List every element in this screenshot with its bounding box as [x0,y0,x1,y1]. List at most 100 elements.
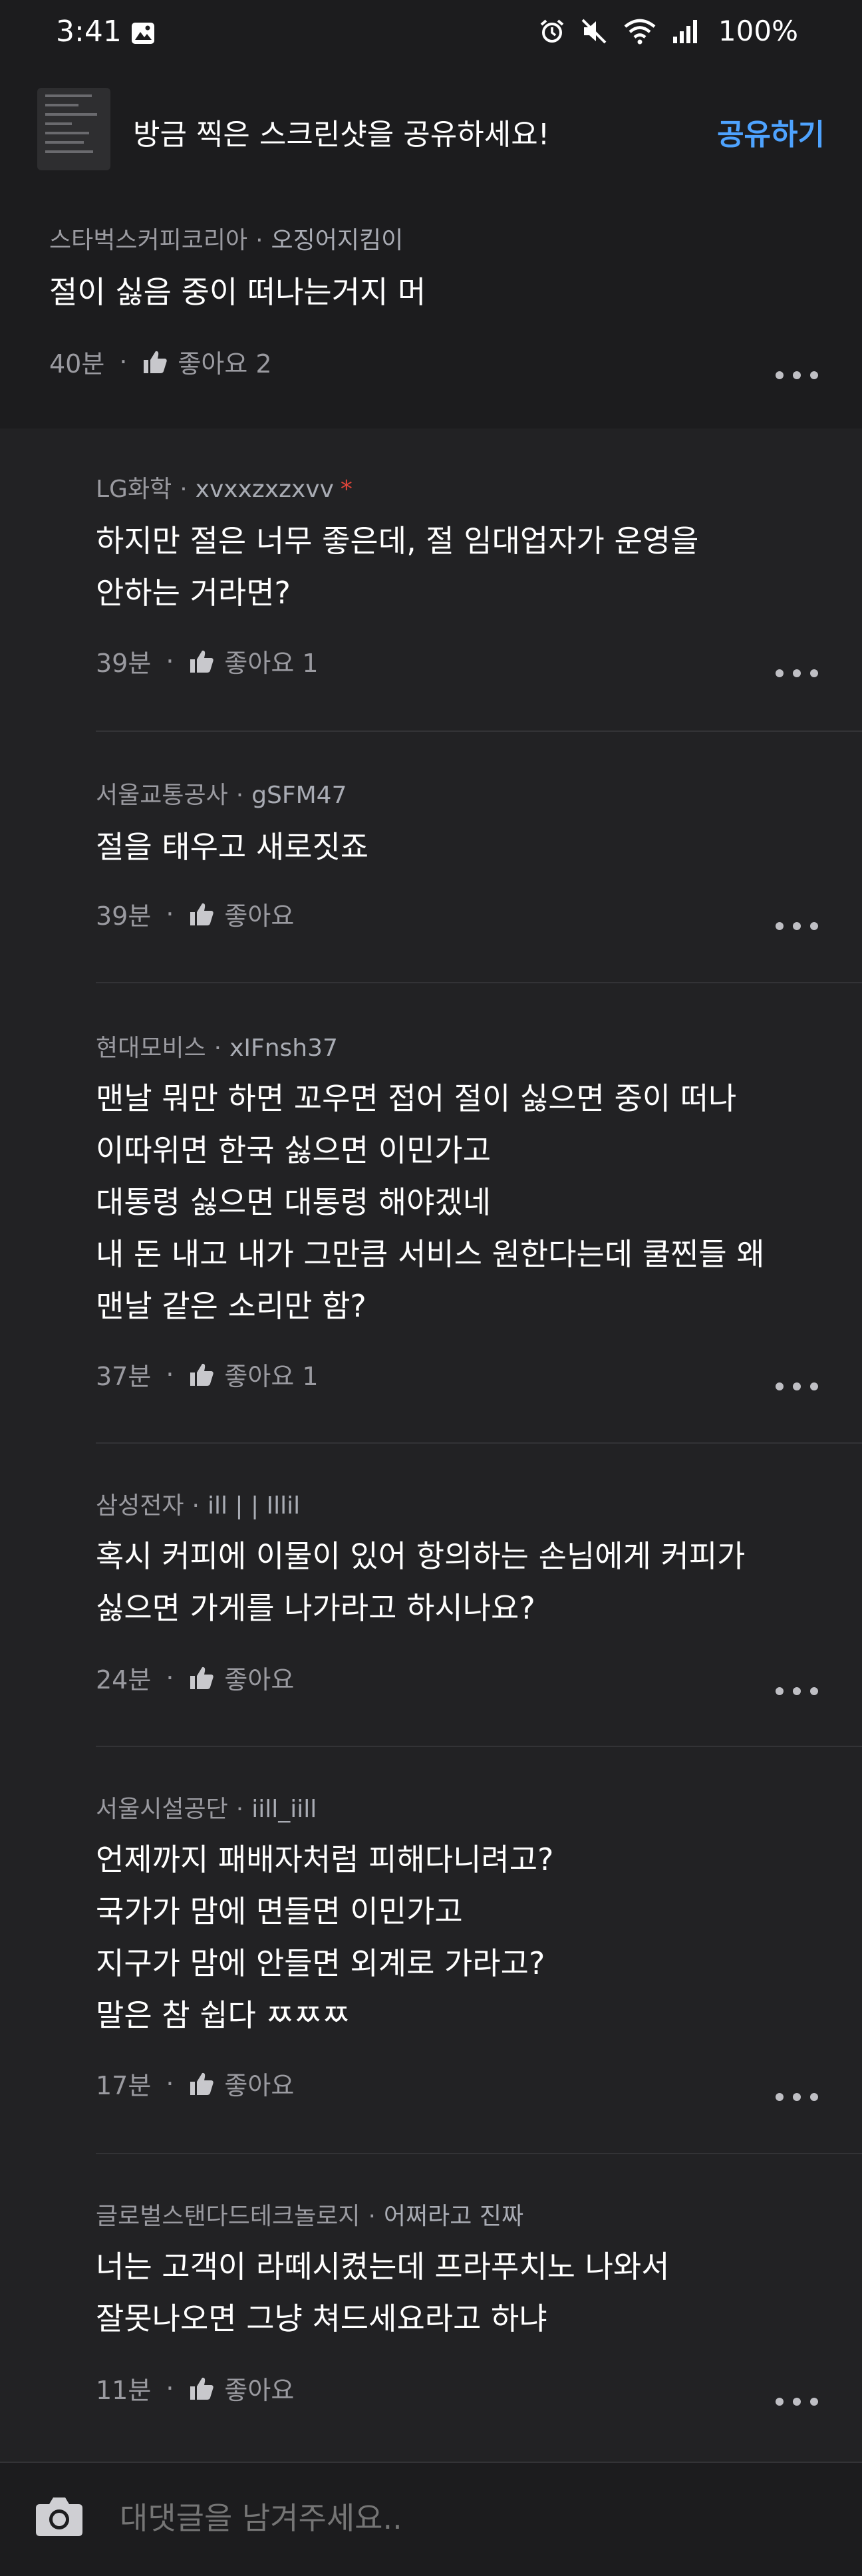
comment-meta: LG화학 · xvxxzxzxvv * [96,476,353,503]
comment-time: 37분 [96,1362,152,1391]
company-name[interactable]: 삼성전자 [96,1492,184,1520]
more-icon[interactable] [776,1685,818,1698]
like-count[interactable]: 좋아요 [224,895,294,932]
main-comment: 스타벅스커피코리아 · 오징어지킴이 절이 싫음 중이 떠나는거지 머 40분 · … [0,202,862,428]
reply-item: 글로벌스탠다드테크놀로지 · 어쩌라고 진짜 너는 고객이 라떼시켰는데 프라푸치노… [0,2154,862,2462]
comment-line: 혹시 커피에 이물이 있어 항의하는 손님에게 커피가 [96,1538,746,1574]
comment-line: 언제까지 패배자처럼 피해다니려고? [96,1842,554,1877]
comment-line: 내 돈 내고 내가 그만큼 서비스 원한다는데 쿨찐들 왜 [96,1236,765,1272]
more-icon[interactable] [776,919,818,933]
nickname[interactable]: 어쩌라고 진짜 [384,2203,523,2230]
comment-body: 하지만 절은 너무 좋은데, 절 임대업자가 운영을 안하는 거라면? [96,515,698,619]
nickname[interactable]: xvxxzxzxvv [196,476,334,503]
thumbs-up-icon[interactable] [188,2375,215,2402]
reply-input-bar [0,2462,862,2576]
reply-item: 서울교통공사 · gSFM47 절을 태우고 새로짓죠 39분 · 좋아요 [0,732,862,983]
battery-level: 100% [718,15,798,47]
comment-footer: 17분 · 좋아요 [96,2065,294,2102]
comment-body: 절을 태우고 새로짓죠 [96,821,368,873]
reply-item: 현대모비스 · xIFnsh37 맨날 뭐만 하면 꼬우면 접어 절이 싫으면 중이… [0,983,862,1444]
thumbs-up-icon[interactable] [188,648,215,675]
more-icon[interactable] [776,667,818,680]
comment-meta: 글로벌스탠다드테크놀로지 · 어쩌라고 진짜 [96,2203,524,2230]
comment-line: 대통령 싫으면 대통령 해야겠네 [96,1184,492,1220]
like-count[interactable]: 좋아요 2 [178,343,271,380]
comment-footer: 40분 · 좋아요 2 [49,343,272,380]
comment-line: 잘못나오면 그냥 쳐드세요라고 하냐 [96,2301,547,2336]
comment-time: 39분 [96,649,152,678]
comment-time: 24분 [96,1665,152,1694]
thumbs-up-icon[interactable] [188,1361,215,1388]
share-screenshot-banner: 방금 찍은 스크린샷을 공유하세요! 공유하기 [0,72,862,204]
thumbs-up-icon[interactable] [142,349,168,375]
like-count[interactable]: 좋아요 1 [224,1356,318,1392]
reply-item: LG화학 · xvxxzxzxvv * 하지만 절은 너무 좋은데, 절 임대업자가 … [0,428,862,732]
nickname[interactable]: 오징어지킴이 [271,227,404,254]
comment-footer: 39분 · 좋아요 1 [96,643,319,679]
comment-footer: 24분 · 좋아요 [96,1659,294,1696]
camera-icon[interactable] [35,2494,84,2537]
comment-body: 언제까지 패배자처럼 피해다니려고? 국가가 맘에 면들면 이민가고 지구가 맘… [96,1834,553,2041]
company-name[interactable]: 글로벌스탠다드테크놀로지 [96,2203,360,2230]
reply-item: 삼성전자 · ill | | Illil 혹시 커피에 이물이 있어 항의하는 손님… [0,1444,862,1747]
comment-meta: 현대모비스 · xIFnsh37 [96,1035,338,1062]
gallery-icon [132,23,154,44]
reply-item: 서울시설공단 · iill_iill 언제까지 패배자처럼 피해다니려고? 국가가 … [0,1747,862,2154]
comment-line: 맨날 뭐만 하면 꼬우면 접어 절이 싫으면 중이 떠나 [96,1080,737,1116]
comment-meta: 삼성전자 · ill | | Illil [96,1492,301,1520]
status-time: 3:41 [56,15,122,49]
comment-time: 40분 [49,349,105,379]
comment-body: 맨날 뭐만 하면 꼬우면 접어 절이 싫으면 중이 떠나 이따위면 한국 싫으면… [96,1072,765,1332]
comment-line: 너는 고객이 라떼시켰는데 프라푸치노 나와서 [96,2249,670,2285]
thumbs-up-icon[interactable] [188,901,215,927]
thumbs-up-icon[interactable] [188,2070,215,2097]
status-bar: 3:41 100% [0,0,862,72]
company-name[interactable]: 스타벅스커피코리아 [49,227,247,254]
comment-line: 이따위면 한국 싫으면 이민가고 [96,1132,492,1168]
comment-body: 혹시 커피에 이물이 있어 항의하는 손님에게 커피가 싫으면 가게를 나가라고… [96,1530,745,1634]
more-icon[interactable] [776,369,818,382]
mute-icon [581,19,607,43]
comment-time: 17분 [96,2071,152,2100]
comment-line: 하지만 절은 너무 좋은데, 절 임대업자가 운영을 [96,523,699,559]
comment-time: 39분 [96,901,152,931]
nickname[interactable]: xIFnsh37 [229,1035,338,1062]
thumbs-up-icon[interactable] [188,1665,215,1691]
more-icon[interactable] [776,1380,818,1393]
reply-input[interactable] [120,2495,785,2541]
comment-line: 국가가 맘에 면들면 이민가고 [96,1893,463,1929]
company-name[interactable]: 서울시설공단 [96,1796,228,1823]
more-icon[interactable] [776,2395,818,2408]
screenshot-thumbnail[interactable] [37,88,110,170]
nickname[interactable]: iill_iill [251,1796,317,1823]
comment-meta: 서울시설공단 · iill_iill [96,1796,317,1823]
star-icon: * [340,476,353,503]
share-prompt-text: 방금 찍은 스크린샷을 공유하세요! [133,118,550,152]
comment-footer: 37분 · 좋아요 1 [96,1356,319,1392]
comment-line: 절이 싫음 중이 떠나는거지 머 [49,274,426,310]
like-count[interactable]: 좋아요 1 [224,643,318,679]
like-count[interactable]: 좋아요 [224,1659,294,1696]
comment-footer: 11분 · 좋아요 [96,2370,294,2406]
comment-line: 절을 태우고 새로짓죠 [96,829,369,865]
like-count[interactable]: 좋아요 [224,2065,294,2102]
comment-body: 절이 싫음 중이 떠나는거지 머 [49,266,426,318]
company-name[interactable]: 현대모비스 [96,1035,206,1062]
wifi-icon [624,19,656,44]
more-icon[interactable] [776,2090,818,2104]
comment-time: 11분 [96,2376,152,2405]
nickname[interactable]: ill | | Illil [208,1492,300,1520]
company-name[interactable]: 서울교통공사 [96,782,228,809]
status-icons: 100% [539,15,798,47]
comment-line: 지구가 맘에 안들면 외계로 가라고? [96,1945,545,1981]
signal-icon [672,19,697,43]
comment-meta: 스타벅스커피코리아 · 오징어지킴이 [49,227,404,254]
share-button[interactable]: 공유하기 [717,110,825,153]
comment-meta: 서울교통공사 · gSFM47 [96,782,347,809]
company-name[interactable]: LG화학 [96,476,172,503]
comment-line: 싫으면 가게를 나가라고 하시나요? [96,1590,535,1626]
comment-body: 너는 고객이 라떼시켰는데 프라푸치노 나와서 잘못나오면 그냥 쳐드세요라고 … [96,2241,670,2344]
like-count[interactable]: 좋아요 [224,2370,294,2406]
nickname[interactable]: gSFM47 [251,782,347,809]
alarm-icon [540,19,564,43]
